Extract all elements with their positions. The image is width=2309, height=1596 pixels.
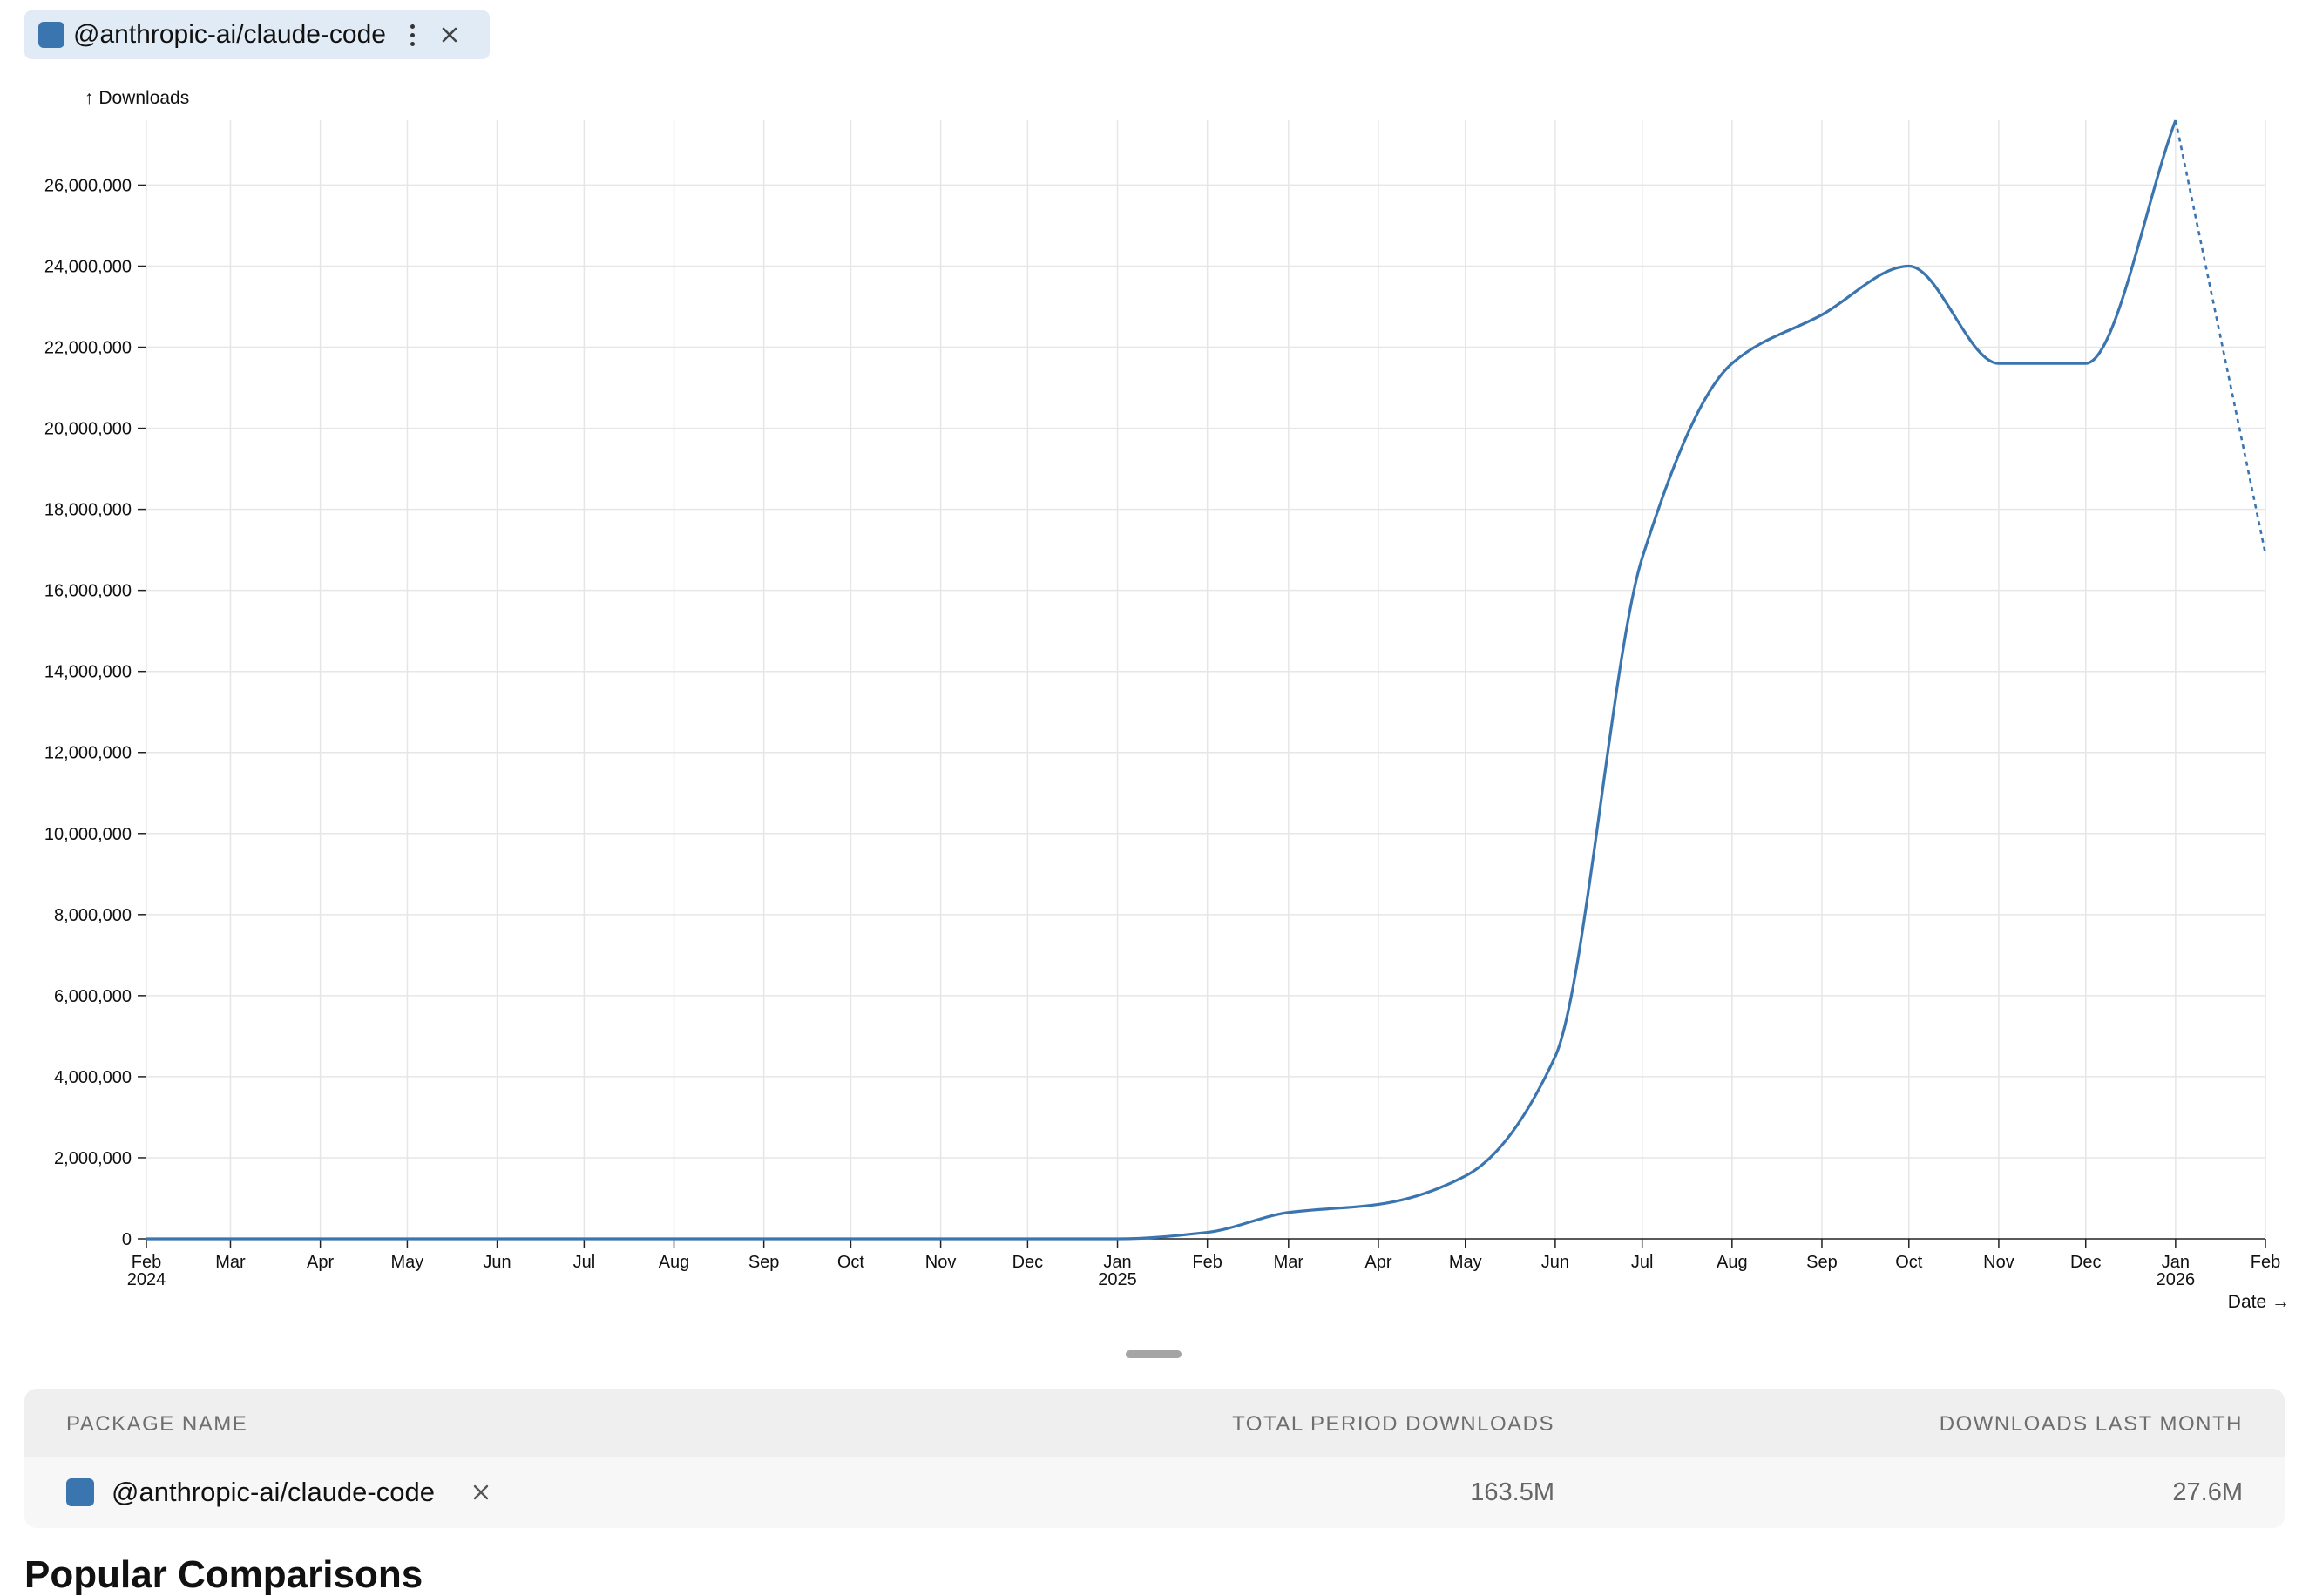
row-color-swatch (66, 1478, 94, 1506)
y-tick-label: 22,000,000 (44, 339, 132, 358)
x-tick-label: Jul (573, 1253, 596, 1272)
x-tick-label: May (1449, 1253, 1482, 1272)
x-tick-year-label: 2025 (1098, 1270, 1137, 1289)
x-tick-label: Jun (483, 1253, 511, 1272)
table-row: @anthropic-ai/claude-code 163.5M 27.6M (24, 1457, 2285, 1528)
y-tick-label: 2,000,000 (54, 1149, 132, 1168)
x-tick-label: Nov (1983, 1253, 2014, 1272)
x-tick-label: Jan (2162, 1253, 2190, 1272)
y-tick-label: 4,000,000 (54, 1068, 132, 1087)
vertical-ellipsis-icon[interactable] (407, 22, 417, 48)
x-tick-label: Feb (1192, 1253, 1222, 1272)
y-tick-label: 20,000,000 (44, 420, 132, 439)
x-tick-label: Sep (748, 1253, 780, 1272)
y-tick-label: 26,000,000 (44, 176, 132, 195)
y-tick-label: 14,000,000 (44, 663, 132, 682)
x-tick-year-label: 2026 (2157, 1270, 2196, 1289)
x-tick-label: Oct (1895, 1253, 1923, 1272)
y-tick-label: 8,000,000 (54, 906, 132, 925)
row-total-downloads: 163.5M (1470, 1478, 1554, 1506)
y-axis-ticks: 0 2,000,000 4,000,000 6,000,000 8,000,000 10,… (44, 176, 146, 1249)
package-chip[interactable]: @anthropic-ai/claude-code (24, 10, 490, 59)
y-tick-label: 10,000,000 (44, 825, 132, 844)
y-tick-label: 18,000,000 (44, 501, 132, 520)
x-tick-label: Jul (1631, 1253, 1654, 1272)
x-tick-label: Jan (1103, 1253, 1131, 1272)
package-color-swatch (38, 22, 64, 48)
section-heading: Popular Comparisons (24, 1553, 423, 1596)
y-tick-label: 16,000,000 (44, 582, 132, 601)
x-tick-label: Apr (307, 1253, 334, 1272)
x-tick-label: Dec (1012, 1253, 1044, 1272)
x-tick-label: Dec (2070, 1253, 2102, 1272)
series-line (146, 119, 2177, 1241)
packages-table: PACKAGE NAME TOTAL PERIOD DOWNLOADS DOWN… (24, 1389, 2285, 1528)
table-header: PACKAGE NAME TOTAL PERIOD DOWNLOADS DOWN… (24, 1389, 2285, 1457)
y-tick-label: 24,000,000 (44, 257, 132, 276)
remove-x-icon[interactable] (471, 1480, 491, 1505)
y-tick-label: 12,000,000 (44, 744, 132, 763)
x-axis-label: Date → (2228, 1292, 2290, 1312)
x-axis-ticks: Feb2024Mar Apr May Jun Jul Aug Sep Oct Nov Dec Jan… (127, 1239, 2280, 1289)
x-tick-label: Feb (132, 1253, 161, 1272)
x-tick-label: Apr (1364, 1253, 1391, 1272)
header-last-month-downloads: DOWNLOADS LAST MONTH (1939, 1412, 2243, 1436)
resize-handle[interactable] (1126, 1350, 1182, 1358)
row-last-month-downloads: 27.6M (2172, 1478, 2243, 1506)
close-icon[interactable] (437, 22, 463, 48)
y-tick-label: 6,000,000 (54, 987, 132, 1006)
header-total-downloads: TOTAL PERIOD DOWNLOADS (1232, 1412, 1554, 1436)
y-axis-label: ↑ Downloads (85, 88, 189, 108)
x-tick-label: Jun (1541, 1253, 1569, 1272)
header-package-name: PACKAGE NAME (66, 1412, 248, 1436)
x-tick-year-label: 2024 (127, 1270, 166, 1289)
y-tick-label: 0 (122, 1230, 132, 1249)
chart-grid (146, 120, 2266, 1239)
x-tick-label: Mar (215, 1253, 246, 1272)
x-tick-label: Nov (925, 1253, 957, 1272)
chart-series (146, 119, 2267, 1241)
x-tick-label: Oct (837, 1253, 865, 1272)
x-tick-label: Feb (2251, 1253, 2280, 1272)
x-tick-label: May (391, 1253, 424, 1272)
x-tick-label: Mar (1274, 1253, 1304, 1272)
downloads-chart: 0 2,000,000 4,000,000 6,000,000 8,000,000 10,… (44, 88, 2290, 1312)
x-tick-label: Aug (1717, 1253, 1748, 1272)
x-tick-label: Sep (1806, 1253, 1838, 1272)
row-package-name: @anthropic-ai/claude-code (112, 1477, 435, 1507)
x-tick-label: Aug (659, 1253, 690, 1272)
package-chip-label: @anthropic-ai/claude-code (73, 20, 386, 49)
